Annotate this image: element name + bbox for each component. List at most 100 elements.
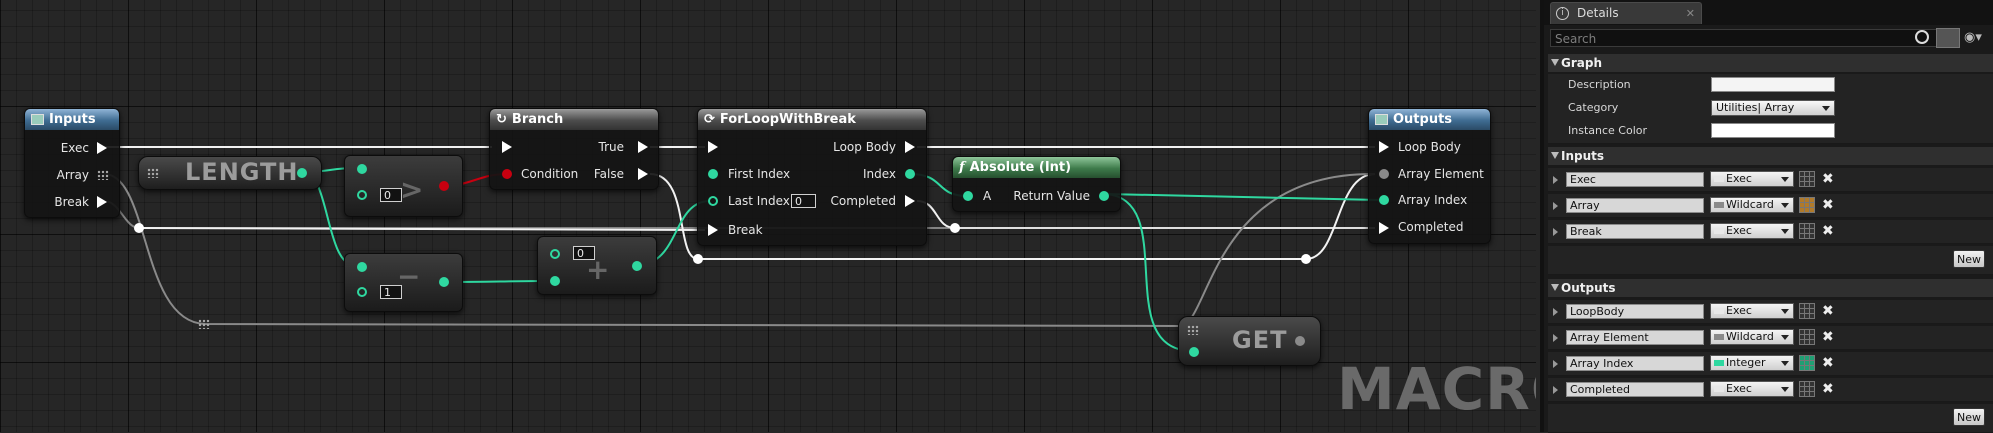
instance-color-swatch[interactable] (1711, 123, 1835, 138)
input-name-field[interactable]: Exec (1566, 172, 1704, 187)
inputs-exec-pin[interactable] (97, 142, 107, 154)
container-type-icon[interactable] (1799, 381, 1815, 397)
input-name-field[interactable]: Array (1566, 198, 1704, 213)
greater-b-input[interactable]: 0 (380, 188, 402, 202)
inputs-break-pin[interactable] (97, 196, 107, 208)
output-type-dropdown[interactable]: Exec (1710, 381, 1794, 397)
absolute-return-pin[interactable] (1099, 191, 1109, 201)
remove-output-icon[interactable]: ✖ (1822, 329, 1834, 345)
greater-b-pin[interactable] (357, 190, 367, 200)
output-type-dropdown[interactable]: Exec (1710, 303, 1794, 319)
output-name-field[interactable]: Completed (1566, 382, 1704, 397)
input-name-field[interactable]: Break (1566, 224, 1704, 239)
expand-arrow-icon[interactable] (1553, 360, 1558, 368)
forloop-last-index-pin[interactable] (708, 196, 718, 206)
reroute-knot-array[interactable] (198, 319, 210, 329)
inputs-node[interactable]: Inputs Exec Array Break (24, 108, 120, 218)
branch-false-pin[interactable] (638, 168, 648, 180)
reroute-knot-false-left[interactable] (693, 254, 703, 264)
subtract-return-pin[interactable] (439, 277, 449, 287)
subtract-node[interactable]: 1 − (344, 253, 463, 312)
outputs-array-index-pin[interactable] (1379, 195, 1389, 205)
reroute-knot-completed[interactable] (950, 223, 960, 233)
length-return-pin[interactable] (297, 168, 307, 178)
branch-condition-pin[interactable] (502, 169, 512, 179)
get-array-pin[interactable] (1187, 325, 1199, 335)
length-array-pin[interactable] (147, 168, 159, 178)
expand-arrow-icon[interactable] (1553, 334, 1558, 342)
greater-than-node[interactable]: 0 > (344, 155, 463, 217)
subtract-b-pin[interactable] (357, 287, 367, 297)
remove-output-icon[interactable]: ✖ (1822, 381, 1834, 397)
get-node[interactable]: GET (1178, 316, 1321, 366)
expand-arrow-icon[interactable] (1553, 386, 1558, 394)
absolute-node[interactable]: f Absolute (Int) A Return Value (952, 156, 1121, 212)
remove-input-icon[interactable]: ✖ (1822, 223, 1834, 239)
expand-arrow-icon[interactable] (1553, 202, 1558, 210)
remove-output-icon[interactable]: ✖ (1822, 303, 1834, 319)
container-type-icon[interactable] (1799, 329, 1815, 345)
category-dropdown[interactable]: Utilities| Array (1711, 100, 1835, 116)
absolute-a-pin[interactable] (963, 191, 973, 201)
inputs-array-pin[interactable] (97, 170, 109, 180)
output-type-dropdown[interactable]: Integer (1710, 355, 1794, 371)
forloop-index-pin[interactable] (905, 169, 915, 179)
greater-return-pin[interactable] (439, 181, 449, 191)
output-name-field[interactable]: Array Element (1566, 330, 1704, 345)
add-b-pin[interactable] (550, 276, 560, 286)
eye-icon[interactable]: ◉▾ (1964, 30, 1982, 45)
remove-input-icon[interactable]: ✖ (1822, 171, 1834, 187)
forloop-last-index-input[interactable]: 0 (791, 194, 816, 208)
graph-editor[interactable]: Inputs Exec Array Break LENGTH 0 > 1 − 0… (0, 0, 1536, 432)
outputs-node[interactable]: Outputs Loop Body Array Element Array In… (1368, 108, 1491, 244)
container-type-icon[interactable] (1799, 223, 1815, 239)
new-output-button[interactable]: New (1953, 408, 1985, 426)
expand-arrow-icon[interactable] (1553, 228, 1558, 236)
graph-section-header[interactable]: Graph (1548, 54, 1993, 72)
add-return-pin[interactable] (632, 261, 642, 271)
search-icon[interactable] (1915, 30, 1929, 44)
outputs-completed-pin[interactable] (1379, 222, 1389, 234)
outputs-array-element-pin[interactable] (1379, 169, 1389, 179)
get-index-pin[interactable] (1189, 347, 1199, 357)
get-return-pin[interactable] (1295, 336, 1305, 346)
outputs-loop-body-pin[interactable] (1379, 141, 1389, 153)
forloop-first-index-pin[interactable] (708, 169, 718, 179)
forloop-node[interactable]: ⟳ ForLoopWithBreak First Index Last Index… (697, 108, 927, 246)
container-type-icon[interactable] (1799, 303, 1815, 319)
forloop-completed-pin[interactable] (905, 195, 915, 207)
output-name-field[interactable]: Array Index (1566, 356, 1704, 371)
add-node[interactable]: 0 + (537, 236, 657, 295)
outputs-section-header[interactable]: Outputs (1548, 279, 1993, 297)
add-a-pin[interactable] (550, 249, 560, 259)
reroute-knot-break[interactable] (134, 223, 144, 233)
container-type-icon[interactable] (1799, 355, 1815, 371)
remove-input-icon[interactable]: ✖ (1822, 197, 1834, 213)
remove-output-icon[interactable]: ✖ (1822, 355, 1834, 371)
expand-arrow-icon[interactable] (1553, 308, 1558, 316)
container-type-icon[interactable] (1799, 171, 1815, 187)
branch-node[interactable]: ↻ Branch Condition True False (489, 108, 659, 190)
forloop-loop-body-pin[interactable] (905, 141, 915, 153)
subtract-a-pin[interactable] (357, 262, 367, 272)
view-options-icon[interactable] (1936, 28, 1960, 48)
container-type-icon[interactable] (1799, 197, 1815, 213)
reroute-knot-false-right[interactable] (1301, 254, 1311, 264)
details-tab[interactable]: i Details ✕ (1550, 2, 1702, 24)
forloop-break-pin[interactable] (708, 224, 718, 236)
description-field[interactable] (1711, 77, 1835, 92)
length-node[interactable]: LENGTH (138, 156, 322, 190)
search-input[interactable]: Search (1550, 29, 1941, 47)
branch-true-pin[interactable] (638, 141, 648, 153)
new-input-button[interactable]: New (1953, 250, 1985, 268)
input-type-dropdown[interactable]: Exec (1710, 171, 1794, 187)
expand-arrow-icon[interactable] (1553, 176, 1558, 184)
inputs-section-header[interactable]: Inputs (1548, 147, 1993, 165)
output-type-dropdown[interactable]: Wildcard (1710, 329, 1794, 345)
output-name-field[interactable]: LoopBody (1566, 304, 1704, 319)
greater-a-pin[interactable] (357, 164, 367, 174)
close-tab-icon[interactable]: ✕ (1686, 3, 1695, 24)
input-type-dropdown[interactable]: Exec (1710, 223, 1794, 239)
branch-exec-in-pin[interactable] (502, 141, 512, 153)
input-type-dropdown[interactable]: Wildcard (1710, 197, 1794, 213)
